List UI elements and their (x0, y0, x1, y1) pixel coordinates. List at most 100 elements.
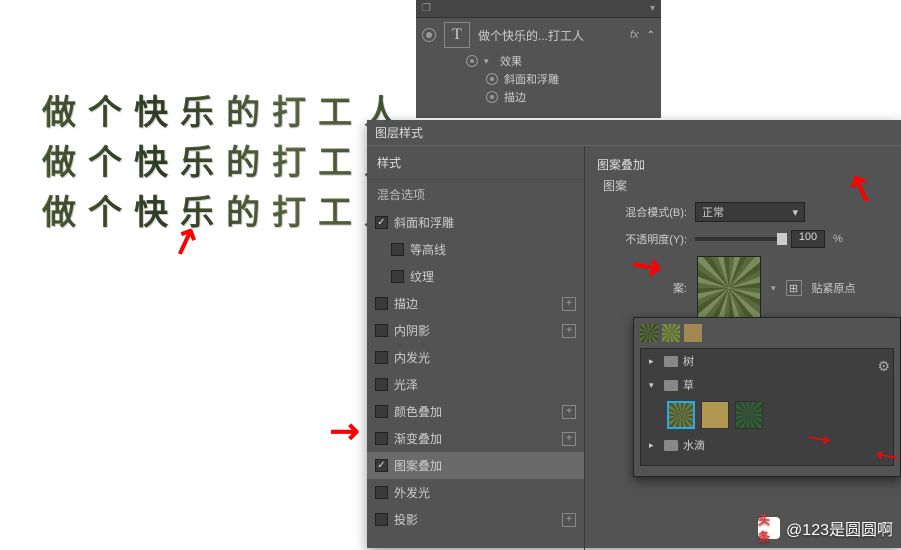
recent-swatches (640, 324, 894, 342)
blend-mode-row: 混合模式(B): 正常 ▾ (597, 202, 889, 222)
menu-icon[interactable]: ▾ (650, 3, 655, 14)
visibility-eye-icon[interactable] (486, 73, 498, 85)
layer-name[interactable]: 做个快乐的...打工人 (478, 27, 622, 44)
section-title: 图案叠加 (597, 156, 889, 173)
checkbox-icon[interactable] (375, 405, 388, 418)
chevron-down-icon[interactable]: ▾ (771, 283, 776, 294)
chevron-down-icon[interactable]: ▾ (649, 380, 659, 391)
add-instance-icon[interactable]: + (562, 324, 576, 338)
slider-thumb-icon[interactable] (777, 233, 787, 245)
grass-swatches (641, 397, 893, 433)
layer-row-text[interactable]: T 做个快乐的...打工人 fx ⌃ (416, 18, 661, 52)
style-pattern-overlay[interactable]: 图案叠加 (367, 452, 584, 479)
folder-label: 草 (683, 377, 694, 393)
checkbox-icon[interactable] (375, 216, 388, 229)
add-instance-icon[interactable]: + (562, 513, 576, 527)
checkbox-icon[interactable] (391, 243, 404, 256)
style-inner-shadow[interactable]: 内阴影 + (367, 317, 584, 344)
style-satin[interactable]: 光泽 (367, 371, 584, 398)
opacity-label: 不透明度(Y): (597, 231, 687, 247)
style-gradient-overlay[interactable]: 渐变叠加 + (367, 425, 584, 452)
checkbox-icon[interactable] (375, 486, 388, 499)
style-outer-glow[interactable]: 外发光 (367, 479, 584, 506)
opacity-input[interactable]: 100 (791, 230, 825, 248)
folder-tree[interactable]: ▸ 树 (641, 349, 893, 373)
gear-icon[interactable]: ⚙ (877, 358, 890, 375)
subsection-title: 图案 (597, 177, 889, 194)
sample-text-3: 做个快乐的打工人 (42, 185, 410, 234)
dialog-title: 图层样式 (367, 120, 901, 146)
folder-grass[interactable]: ▾ 草 (641, 373, 893, 397)
effect-bevel-label: 斜面和浮雕 (504, 71, 559, 87)
blend-mode-select[interactable]: 正常 ▾ (695, 202, 805, 222)
new-preset-icon[interactable]: ⊞ (786, 280, 802, 296)
swatch[interactable] (684, 324, 702, 342)
pattern-swatch[interactable] (701, 401, 729, 429)
watermark-badge: 头条 (758, 517, 780, 539)
effect-stroke-row[interactable]: 描边 (416, 88, 661, 106)
layers-panel: ❐ ▾ T 做个快乐的...打工人 fx ⌃ ▾ 效果 斜面和浮雕 描边 (416, 0, 661, 118)
checkbox-icon[interactable] (375, 459, 388, 472)
chevron-right-icon[interactable]: ▸ (649, 440, 659, 451)
visibility-eye-icon[interactable] (466, 55, 478, 67)
pattern-swatch[interactable] (735, 401, 763, 429)
visibility-eye-icon[interactable] (486, 91, 498, 103)
effects-label: 效果 (500, 53, 522, 69)
folder-label: 树 (683, 353, 694, 369)
visibility-eye-icon[interactable] (422, 28, 436, 42)
checkbox-icon[interactable] (375, 378, 388, 391)
sample-text-2: 做个快乐的打工人 (42, 135, 410, 184)
style-color-overlay[interactable]: 颜色叠加 + (367, 398, 584, 425)
watermark: 头条 @123是圆圆啊 (758, 516, 893, 540)
folder-icon (664, 440, 678, 451)
folder-label: 水滴 (683, 437, 705, 453)
watermark-text: @123是圆圆啊 (786, 516, 893, 540)
text-layer-thumb: T (444, 22, 470, 48)
opacity-slider[interactable] (695, 237, 783, 241)
sample-text-1: 做个快乐的打工人 (42, 85, 410, 134)
style-texture[interactable]: 纹理 (367, 263, 584, 290)
checkbox-icon[interactable] (391, 270, 404, 283)
effect-stroke-label: 描边 (504, 89, 526, 105)
checkbox-icon[interactable] (375, 432, 388, 445)
pattern-folder-list[interactable]: ▸ 树 ▾ 草 ▸ 水滴 (640, 348, 894, 466)
pattern-row: 案: ▾ ⊞ 贴紧原点 (657, 256, 889, 320)
blend-options[interactable]: 混合选项 (367, 180, 584, 209)
snap-origin-button[interactable]: 贴紧原点 (812, 280, 856, 296)
layers-toolbar: ❐ ▾ (416, 0, 661, 18)
style-inner-glow[interactable]: 内发光 (367, 344, 584, 371)
style-stroke[interactable]: 描边 + (367, 290, 584, 317)
checkbox-icon[interactable] (375, 351, 388, 364)
add-instance-icon[interactable]: + (562, 297, 576, 311)
style-contour[interactable]: 等高线 (367, 236, 584, 263)
folder-icon (664, 356, 678, 367)
chevron-right-icon[interactable]: ▸ (649, 356, 659, 367)
chevron-down-icon[interactable]: ▾ (484, 56, 494, 67)
checkbox-icon[interactable] (375, 324, 388, 337)
style-bevel[interactable]: 斜面和浮雕 (367, 209, 584, 236)
chevron-down-icon[interactable]: ⌃ (647, 30, 655, 41)
filter-icon[interactable]: ❐ (422, 3, 431, 14)
add-instance-icon[interactable]: + (562, 405, 576, 419)
styles-list: 样式 混合选项 斜面和浮雕 等高线 纹理 描边 + 内阴影 (367, 146, 585, 550)
effects-row[interactable]: ▾ 效果 (416, 52, 661, 70)
chevron-down-icon: ▾ (792, 206, 798, 219)
add-instance-icon[interactable]: + (562, 432, 576, 446)
checkbox-icon[interactable] (375, 297, 388, 310)
pattern-swatch-selected[interactable] (667, 401, 695, 429)
fx-badge[interactable]: fx (630, 29, 639, 41)
checkbox-icon[interactable] (375, 513, 388, 526)
pattern-preview[interactable] (697, 256, 761, 320)
opacity-row: 不透明度(Y): 100 % (597, 230, 889, 248)
canvas-area: 做个快乐的打工人 做个快乐的打工人 做个快乐的打工人 (0, 0, 420, 548)
swatch[interactable] (662, 324, 680, 342)
swatch[interactable] (640, 324, 658, 342)
folder-water[interactable]: ▸ 水滴 (641, 433, 893, 457)
styles-header[interactable]: 样式 (367, 146, 584, 180)
pattern-label: 案: (657, 280, 687, 296)
style-drop-shadow[interactable]: 投影 + (367, 506, 584, 533)
opacity-unit: % (833, 233, 843, 245)
blend-mode-label: 混合模式(B): (597, 204, 687, 220)
effect-bevel-row[interactable]: 斜面和浮雕 (416, 70, 661, 88)
blend-mode-value: 正常 (702, 204, 724, 220)
